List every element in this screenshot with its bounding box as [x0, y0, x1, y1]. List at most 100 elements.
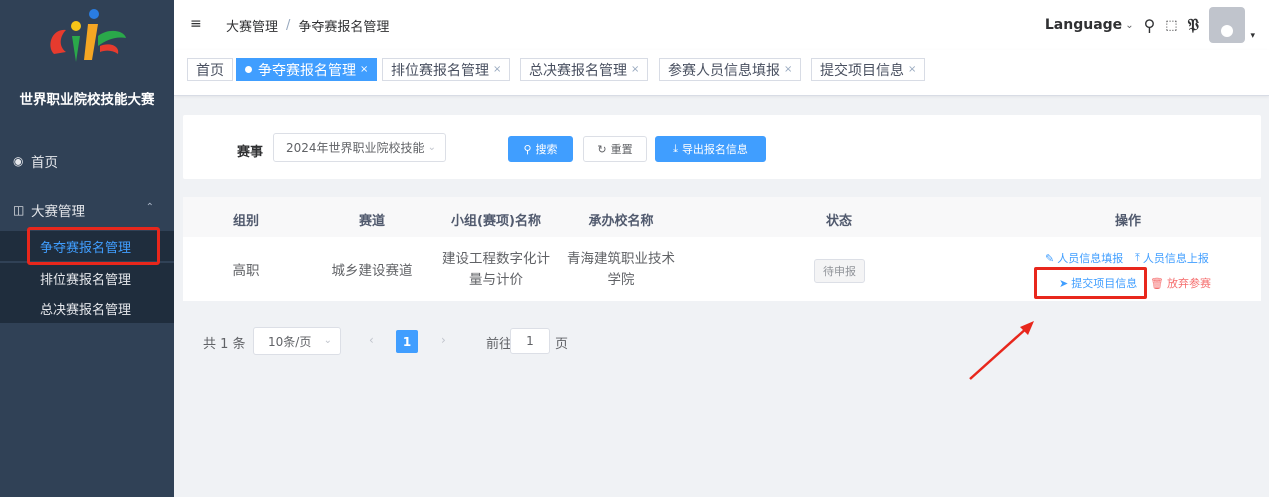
- status-badge: 待申报: [814, 259, 865, 283]
- sidebar-item-label: 排位赛报名管理: [40, 272, 132, 288]
- fullscreen-icon[interactable]: ⬚: [1165, 18, 1177, 33]
- search-icon[interactable]: ⚲: [1144, 16, 1156, 35]
- chevron-down-icon: ⌄: [323, 335, 332, 346]
- breadcrumb: 大赛管理 / 争夺赛报名管理: [226, 16, 389, 35]
- send-icon: ➤: [1059, 276, 1069, 290]
- tab-final-registration[interactable]: 总决赛报名管理 ×: [520, 58, 649, 81]
- sidebar-group-label: 大赛管理: [31, 204, 85, 220]
- tab-submit-project[interactable]: 提交项目信息 ×: [811, 58, 926, 81]
- abandon-button[interactable]: 🗑 放弃参赛: [1150, 275, 1211, 291]
- chevron-down-icon: ⌄: [1125, 19, 1134, 31]
- next-page-icon[interactable]: ›: [441, 333, 446, 347]
- cell-text-line: 青海建筑职业技术: [567, 251, 675, 267]
- cell-project-name: 建设工程数字化计 量与计价: [442, 249, 550, 291]
- tab-participant-info[interactable]: 参赛人员信息填报 ×: [659, 58, 802, 81]
- prev-page-icon[interactable]: ‹: [369, 333, 374, 347]
- chevron-up-icon: ⌃: [145, 202, 154, 213]
- download-icon: ⤓: [673, 142, 678, 155]
- column-header-school: 承办校名称: [588, 214, 654, 229]
- sidebar-group-competition[interactable]: ◫ 大赛管理 ⌃: [0, 190, 174, 230]
- trash-icon: 🗑: [1150, 276, 1164, 290]
- event-select-value: 2024年世界职业院校技能: [286, 141, 425, 155]
- column-header-track: 赛道: [358, 214, 386, 229]
- event-label: 赛事: [237, 145, 264, 160]
- cell-school: 青海建筑职业技术 学院: [567, 249, 675, 291]
- sidebar-item-label: 争夺赛报名管理: [40, 240, 132, 256]
- cell-track: 城乡建设赛道: [331, 263, 413, 279]
- close-icon[interactable]: ×: [493, 64, 501, 75]
- page-size-select[interactable]: 10条/页 ⌄: [253, 327, 341, 355]
- breadcrumb-item[interactable]: 大赛管理: [226, 16, 278, 35]
- column-header-actions: 操作: [1114, 214, 1142, 229]
- sidebar-item-label: 总决赛报名管理: [40, 302, 132, 318]
- chevron-down-icon: ⌄: [423, 142, 436, 153]
- close-icon[interactable]: ×: [784, 64, 792, 75]
- language-selector[interactable]: Language ⌄: [1045, 17, 1134, 33]
- fill-info-label: 人员信息填报: [1057, 252, 1124, 265]
- upload-info-label: 人员信息上报: [1142, 252, 1209, 265]
- tab-home[interactable]: 首页: [187, 58, 233, 81]
- tab-label: 排位赛报名管理: [391, 62, 489, 79]
- column-header-status: 状态: [825, 214, 853, 229]
- tab-label: 总决赛报名管理: [529, 62, 627, 79]
- pagination-total: 共 1 条: [203, 337, 246, 352]
- cell-group: 高职: [232, 263, 260, 279]
- close-icon[interactable]: ×: [908, 64, 916, 75]
- event-select[interactable]: 2024年世界职业院校技能 ⌄: [273, 133, 446, 162]
- sidebar: 世界职业院校技能大赛 ◉ 首页 ◫ 大赛管理 ⌃ 争夺赛报名管理 排位赛报名管理…: [0, 0, 174, 497]
- header-actions: Language ⌄ ⚲ ⬚ 𝔓 ▾: [1045, 0, 1255, 50]
- close-icon[interactable]: ×: [360, 64, 368, 75]
- search-panel: 赛事 2024年世界职业院校技能 ⌄ ⚲ 搜索 ↻ 重置 ⤓ 导出报名信息: [183, 115, 1261, 179]
- sidebar-item-final-registration[interactable]: 总决赛报名管理: [0, 293, 174, 323]
- active-dot-icon: [245, 66, 252, 73]
- sidebar-item-home[interactable]: ◉ 首页: [0, 141, 174, 181]
- fill-info-button[interactable]: ✎ 人员信息填报: [1045, 250, 1123, 266]
- submit-project-button[interactable]: ➤ 提交项目信息: [1059, 275, 1137, 291]
- tab-label: 提交项目信息: [820, 62, 904, 79]
- search-button[interactable]: ⚲ 搜索: [508, 136, 573, 162]
- sidebar-item-ranking-registration[interactable]: 排位赛报名管理: [0, 263, 174, 293]
- cell-text-line: 量与计价: [469, 272, 523, 288]
- top-header: ≡ 大赛管理 / 争夺赛报名管理 Language ⌄ ⚲ ⬚ 𝔓 ▾: [174, 0, 1269, 50]
- language-label: Language: [1044, 17, 1123, 33]
- upload-info-button[interactable]: ⤒ 人员信息上报: [1135, 250, 1209, 266]
- upload-icon: ⤒: [1135, 251, 1140, 264]
- font-size-icon[interactable]: 𝔓: [1188, 15, 1199, 35]
- refresh-icon: ↻: [597, 142, 607, 156]
- page-suffix-label: 页: [555, 337, 569, 352]
- breadcrumb-separator: /: [286, 18, 291, 33]
- competition-logo: [50, 9, 126, 62]
- cell-text-line: 建设工程数字化计: [442, 251, 550, 267]
- hamburger-icon[interactable]: ≡: [190, 16, 202, 32]
- page-number-current[interactable]: 1: [396, 330, 418, 353]
- tab-contest-registration[interactable]: 争夺赛报名管理 ×: [236, 58, 378, 81]
- reset-button-label: 重置: [610, 143, 633, 156]
- dashboard-icon: ◉: [13, 154, 24, 168]
- arrow-annotation-icon: [969, 321, 1034, 380]
- reset-button[interactable]: ↻ 重置: [583, 136, 647, 162]
- page-size-value: 10条/页: [268, 334, 312, 349]
- goto-page-input[interactable]: 1: [510, 328, 550, 354]
- tab-label: 参赛人员信息填报: [668, 62, 780, 79]
- tab-label: 争夺赛报名管理: [258, 62, 356, 79]
- edit-icon: ✎: [1045, 251, 1055, 265]
- book-icon: ◫: [13, 203, 25, 217]
- cell-text-line: 学院: [607, 272, 635, 288]
- column-header-project-name: 小组(赛项)名称: [451, 214, 541, 229]
- goto-label: 前往: [486, 337, 513, 352]
- caret-down-icon: ▾: [1250, 31, 1255, 41]
- close-icon[interactable]: ×: [631, 64, 639, 75]
- abandon-label: 放弃参赛: [1166, 277, 1211, 290]
- export-button-label: 导出报名信息: [681, 143, 748, 156]
- sidebar-item-label: 首页: [31, 155, 58, 171]
- tab-ranking-registration[interactable]: 排位赛报名管理 ×: [382, 58, 511, 81]
- column-header-group: 组别: [232, 214, 260, 229]
- avatar: [1209, 7, 1245, 43]
- table-header: 组别 赛道 小组(赛项)名称 承办校名称 状态 操作: [183, 197, 1261, 237]
- export-button[interactable]: ⤓ 导出报名信息: [655, 136, 766, 162]
- user-menu[interactable]: ▾: [1209, 7, 1255, 43]
- breadcrumb-item-current: 争夺赛报名管理: [298, 20, 390, 35]
- submit-project-label: 提交项目信息: [1071, 277, 1138, 290]
- tab-label: 首页: [196, 62, 224, 79]
- sidebar-item-contest-registration[interactable]: 争夺赛报名管理: [0, 231, 174, 261]
